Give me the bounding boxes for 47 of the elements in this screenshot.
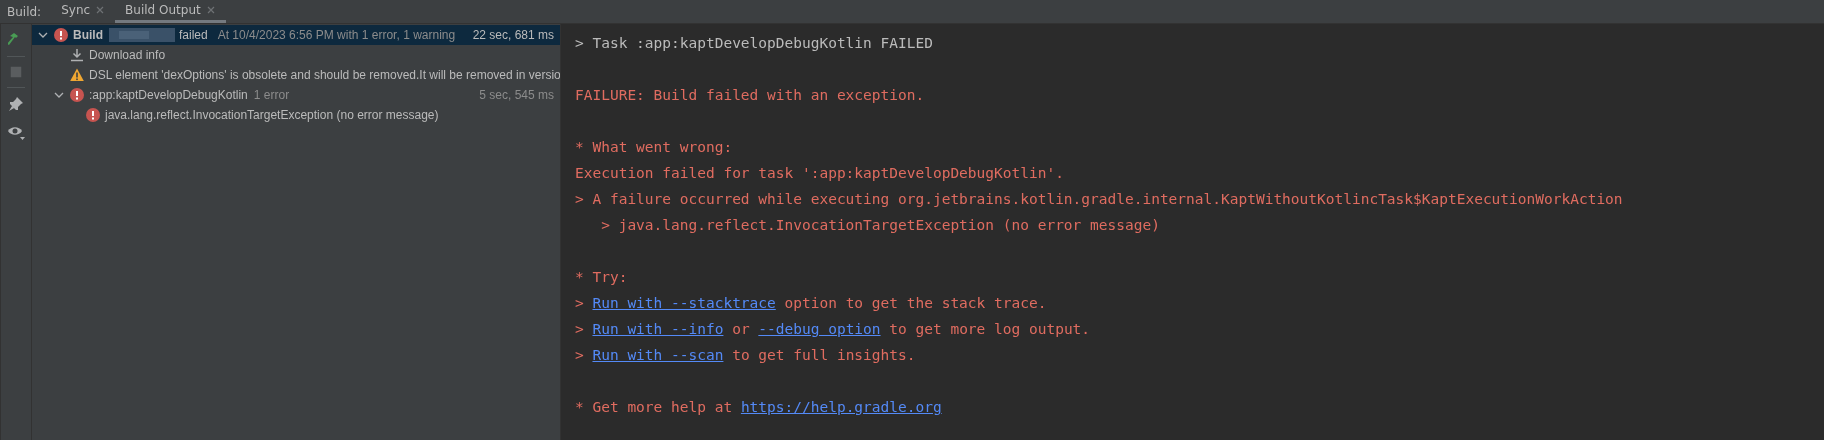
console-link[interactable]: Run with --scan [592, 347, 724, 363]
console-text: > Task :app:kaptDevelopDebugKotlin FAILED [575, 35, 933, 51]
console-text: or [731, 321, 751, 337]
tree-row[interactable]: java.lang.reflect.InvocationTargetException (no error message) [32, 105, 560, 125]
node-detail: At 10/4/2023 6:56 PM with 1 error, 1 warning [217, 28, 456, 42]
console-text: option to get the stack trace. [783, 295, 1047, 311]
duration: 5 sec, 545 ms [478, 88, 555, 102]
warning-icon [70, 68, 84, 82]
error-icon [54, 28, 68, 42]
node-detail: 1 error [253, 88, 290, 102]
console-text: > [575, 321, 585, 337]
error-icon [86, 108, 100, 122]
download-icon [70, 48, 84, 62]
node-title: Download info [89, 48, 166, 62]
console-text: > A failure occurred while executing org.jetbrains.kotlin.gradle.internal.KaptWithoutKotlincTask$KaptExecutionWorkAction [575, 191, 1623, 207]
eye-icon[interactable] [7, 124, 25, 140]
panel-label: Build: [6, 3, 43, 21]
console-text: > java.lang.reflect.InvocationTargetException (no error message) [600, 217, 1160, 233]
node-title: DSL element 'dexOptions' is obsolete and should be removed.It will be removed in versio [89, 68, 560, 82]
duration: 22 sec, 681 ms [471, 28, 555, 42]
console-text: * Get more help at [575, 399, 734, 415]
console-text: FAILURE: Build failed with an exception. [575, 87, 925, 103]
tree-row[interactable]: Download info [32, 45, 560, 65]
node-title: Build [73, 28, 103, 42]
console-link[interactable]: Run with --stacktrace [592, 295, 776, 311]
build-status: failed [179, 28, 208, 42]
redacted-text [109, 28, 175, 42]
chevron-icon[interactable] [38, 30, 48, 40]
node-title: :app:kaptDevelopDebugKotlin [89, 88, 248, 102]
console-text: to get more log output. [888, 321, 1091, 337]
chevron-icon[interactable] [54, 90, 64, 100]
console-text: > [575, 295, 585, 311]
console-text: > [575, 347, 585, 363]
console-text: Execution failed for task ':app:kaptDevelopDebugKotlin'. [575, 165, 1064, 181]
console-link[interactable]: https://help.gradle.org [740, 399, 942, 415]
tree-row[interactable]: DSL element 'dexOptions' is obsolete and should be removed.It will be removed in versio [32, 65, 560, 85]
console-text: to get full insights. [731, 347, 916, 363]
pin-icon[interactable] [8, 96, 24, 112]
tree-row[interactable]: :app:kaptDevelopDebugKotlin 1 error 5 sec, 545 ms [32, 85, 560, 105]
console-link[interactable]: Run with --info [592, 321, 724, 337]
console-text: * What went wrong: [575, 139, 733, 155]
error-icon [70, 88, 84, 102]
console-link[interactable]: --debug option [758, 321, 881, 337]
console-text: * Try: [575, 269, 628, 285]
tab[interactable]: Sync [51, 0, 116, 23]
node-title: java.lang.reflect.InvocationTargetException (no error message) [105, 108, 439, 122]
tree-row[interactable]: Build failed At 10/4/2023 6:56 PM with 1 error, 1 warning 22 sec, 681 ms [32, 25, 560, 45]
